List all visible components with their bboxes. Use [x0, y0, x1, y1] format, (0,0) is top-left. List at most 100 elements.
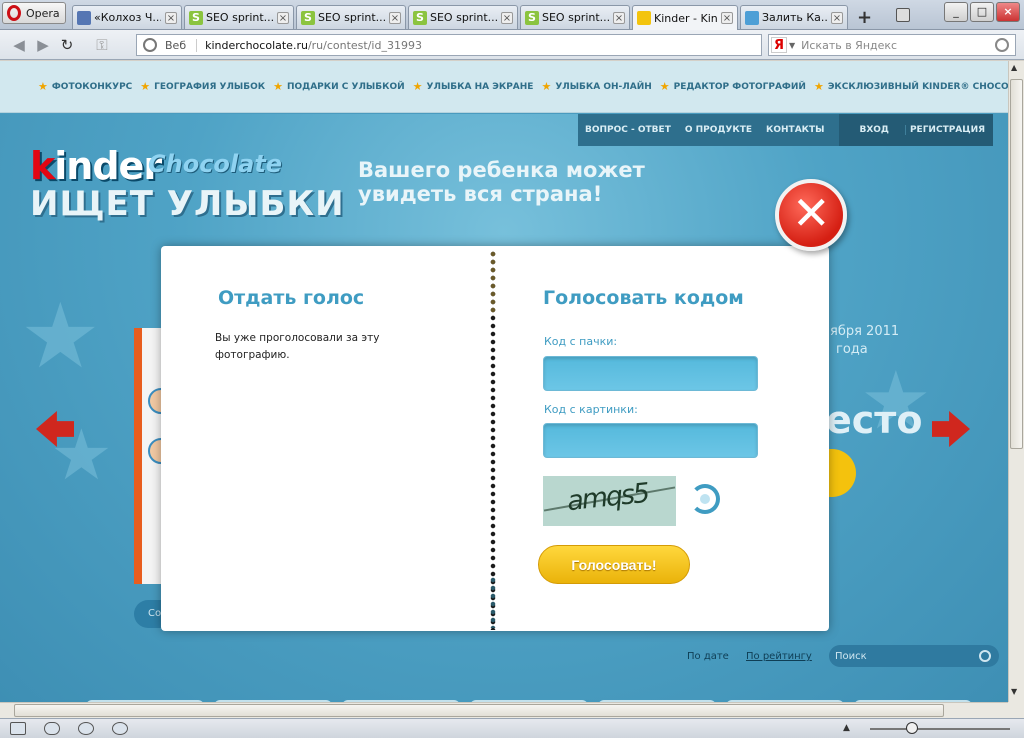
zoom-slider-knob[interactable] [906, 722, 918, 734]
kolhoz-favicon-icon [77, 10, 91, 25]
pack-code-input[interactable] [543, 356, 758, 391]
star-icon: ★ [38, 80, 48, 93]
opera-menu-label: Opera [26, 6, 60, 20]
next-arrow-icon[interactable] [932, 411, 970, 447]
tab-bar: Opera «Колхоз Ч... × S SEO sprint.... × … [0, 0, 1024, 30]
menu-item-gifts[interactable]: ★ ПОДАРКИ С УЛЫБКОЙ [273, 80, 405, 93]
menu-item-geography[interactable]: ★ ГЕОГРАФИЯ УЛЫБОК [140, 80, 265, 93]
login-link[interactable]: ВХОД [843, 125, 904, 135]
search-icon[interactable] [979, 650, 991, 662]
tab-close-icon[interactable]: × [721, 12, 733, 24]
horizontal-scrollbar[interactable] [0, 702, 1008, 718]
tagline-line: Вашего ребенка может [358, 158, 645, 182]
menu-item-label: ПОДАРКИ С УЛЫБКОЙ [287, 81, 405, 92]
close-window-button[interactable]: × [996, 2, 1020, 22]
tab-title: SEO sprint.... [430, 11, 497, 24]
star-icon: ★ [541, 80, 552, 93]
place-text: есто [826, 398, 923, 442]
logo-chocolate: Chocolate [148, 150, 283, 178]
minimize-button[interactable]: _ [944, 2, 968, 22]
globe-icon [143, 38, 157, 52]
horizontal-scroll-thumb[interactable] [14, 704, 944, 717]
scroll-corner [1008, 702, 1024, 718]
site-top-menu: ★ ФОТОКОНКУРС ★ ГЕОГРАФИЯ УЛЫБОК ★ ПОДАРКИ … [0, 61, 1008, 113]
nav-faq-link[interactable]: ВОПРОС - ОТВЕТ [578, 125, 678, 135]
star-icon: ★ [140, 80, 151, 93]
menu-item-photocontest[interactable]: ★ ФОТОКОНКУРС [38, 80, 132, 93]
vote-modal: Отдать голос Вы уже проголосовали за эту… [161, 246, 829, 631]
browser-tab[interactable]: «Колхоз Ч... × [72, 5, 182, 29]
scroll-up-icon[interactable]: ▲ [1011, 63, 1017, 72]
scroll-down-icon[interactable]: ▼ [1011, 687, 1017, 696]
divider-dots-bottom [490, 576, 496, 628]
unite-icon[interactable] [78, 722, 94, 735]
chevron-down-icon[interactable]: ▼ [789, 41, 795, 50]
star-icon: ★ [659, 80, 670, 93]
tab-close-icon[interactable]: × [277, 11, 289, 24]
refresh-captcha-icon[interactable] [690, 484, 720, 514]
browser-tab[interactable]: S SEO sprint.... × [520, 5, 630, 29]
menu-item-label: УЛЫБКА ОН-ЛАЙН [555, 81, 652, 92]
site-search-input[interactable]: Поиск [829, 645, 999, 667]
url-field[interactable]: Веб kinderchocolate.ru /ru/contest/id_31… [136, 34, 762, 56]
new-tab-plus-icon[interactable]: + [857, 7, 872, 28]
yandex-logo-icon[interactable]: Я [771, 37, 787, 53]
browser-tab[interactable]: S SEO sprint.... × [296, 5, 406, 29]
tab-close-icon[interactable]: × [165, 11, 177, 24]
star-icon: ★ [273, 80, 283, 93]
menu-item-online[interactable]: ★ УЛЫБКА ОН-ЛАЙН [541, 80, 651, 93]
vertical-scroll-thumb[interactable] [1010, 79, 1023, 449]
image-code-input[interactable] [543, 423, 758, 458]
kinder-favicon-icon [637, 11, 651, 25]
browser-tab[interactable]: S SEO sprint.... × [184, 5, 294, 29]
browser-tab-active[interactable]: Kinder - Kin... × [632, 5, 738, 30]
seo-favicon-icon: S [525, 10, 539, 25]
divider-dots-top [490, 250, 496, 316]
menu-item-screen[interactable]: ★ УЛЫБКА НА ЭКРАНЕ [413, 80, 534, 93]
view-menu-icon[interactable]: ▲ [843, 723, 850, 733]
tab-close-icon[interactable]: × [831, 11, 843, 24]
browser-tab[interactable]: S SEO sprint.... × [408, 5, 518, 29]
panel-toggle-icon[interactable] [10, 722, 26, 735]
tab-close-icon[interactable]: × [501, 11, 513, 24]
menu-item-exclusive[interactable]: ★ЭКСКЛЮЗИВНЫЙ KINDER® CHOCOLATE★ [814, 80, 1008, 93]
reload-icon[interactable]: ↻ [58, 36, 76, 54]
sort-by-date-link[interactable]: По дате [687, 651, 729, 662]
already-voted-message: Вы уже проголосовали за эту фотографию. [215, 332, 380, 361]
forward-arrow-icon[interactable]: ▶ [34, 36, 52, 54]
nav-product-link[interactable]: О ПРОДУКТЕ [678, 125, 759, 135]
opera-menu-button[interactable]: Opera [2, 2, 66, 24]
close-icon: ✕ [792, 186, 831, 240]
star-icon: ★ [412, 80, 423, 93]
trash-icon[interactable] [896, 8, 910, 22]
browser-tab[interactable]: Залить Ка... × [740, 5, 848, 29]
window-controls: _ □ × [944, 2, 1020, 22]
tab-title: SEO sprint.... [542, 11, 609, 24]
site-search-placeholder: Поиск [835, 650, 867, 662]
nav-contacts-link[interactable]: КОНТАКТЫ [759, 125, 831, 135]
vote-button[interactable]: Голосовать! [538, 545, 690, 584]
tab-title: SEO sprint.... [318, 11, 385, 24]
sort-by-rating-link[interactable]: По рейтингу [746, 651, 812, 662]
menu-item-editor[interactable]: ★ РЕДАКТОР ФОТОГРАФИЙ [660, 80, 806, 93]
cloud-icon[interactable] [44, 722, 60, 735]
key-icon[interactable]: ⚿ [82, 36, 122, 54]
speed-dial-icon[interactable] [112, 722, 128, 735]
hero-tagline: Вашего ребенка может увидеть вся страна! [358, 158, 645, 206]
search-placeholder: Искать в Яндекс [801, 38, 898, 52]
vertical-scrollbar[interactable]: ▲ ▼ [1008, 61, 1024, 702]
maximize-button[interactable]: □ [970, 2, 994, 22]
hero-left-button[interactable]: Со [134, 600, 164, 628]
tab-close-icon[interactable]: × [613, 11, 625, 24]
give-vote-title: Отдать голос [218, 287, 365, 309]
tab-close-icon[interactable]: × [389, 11, 401, 24]
close-modal-button[interactable]: ✕ [775, 179, 847, 251]
vote-by-code-title: Голосовать кодом [543, 287, 744, 309]
zoom-slider-track[interactable] [870, 728, 1010, 730]
date-year-text: года [836, 342, 868, 357]
kinder-logo[interactable]: kinder Chocolate ИЩЕТ УЛЫБКИ [30, 144, 344, 224]
back-arrow-icon[interactable]: ◀ [10, 36, 28, 54]
search-icon[interactable] [995, 38, 1009, 52]
register-link[interactable]: РЕГИСТРАЦИЯ [904, 125, 989, 135]
browser-search-field[interactable]: Я ▼ Искать в Яндекс [768, 34, 1016, 56]
